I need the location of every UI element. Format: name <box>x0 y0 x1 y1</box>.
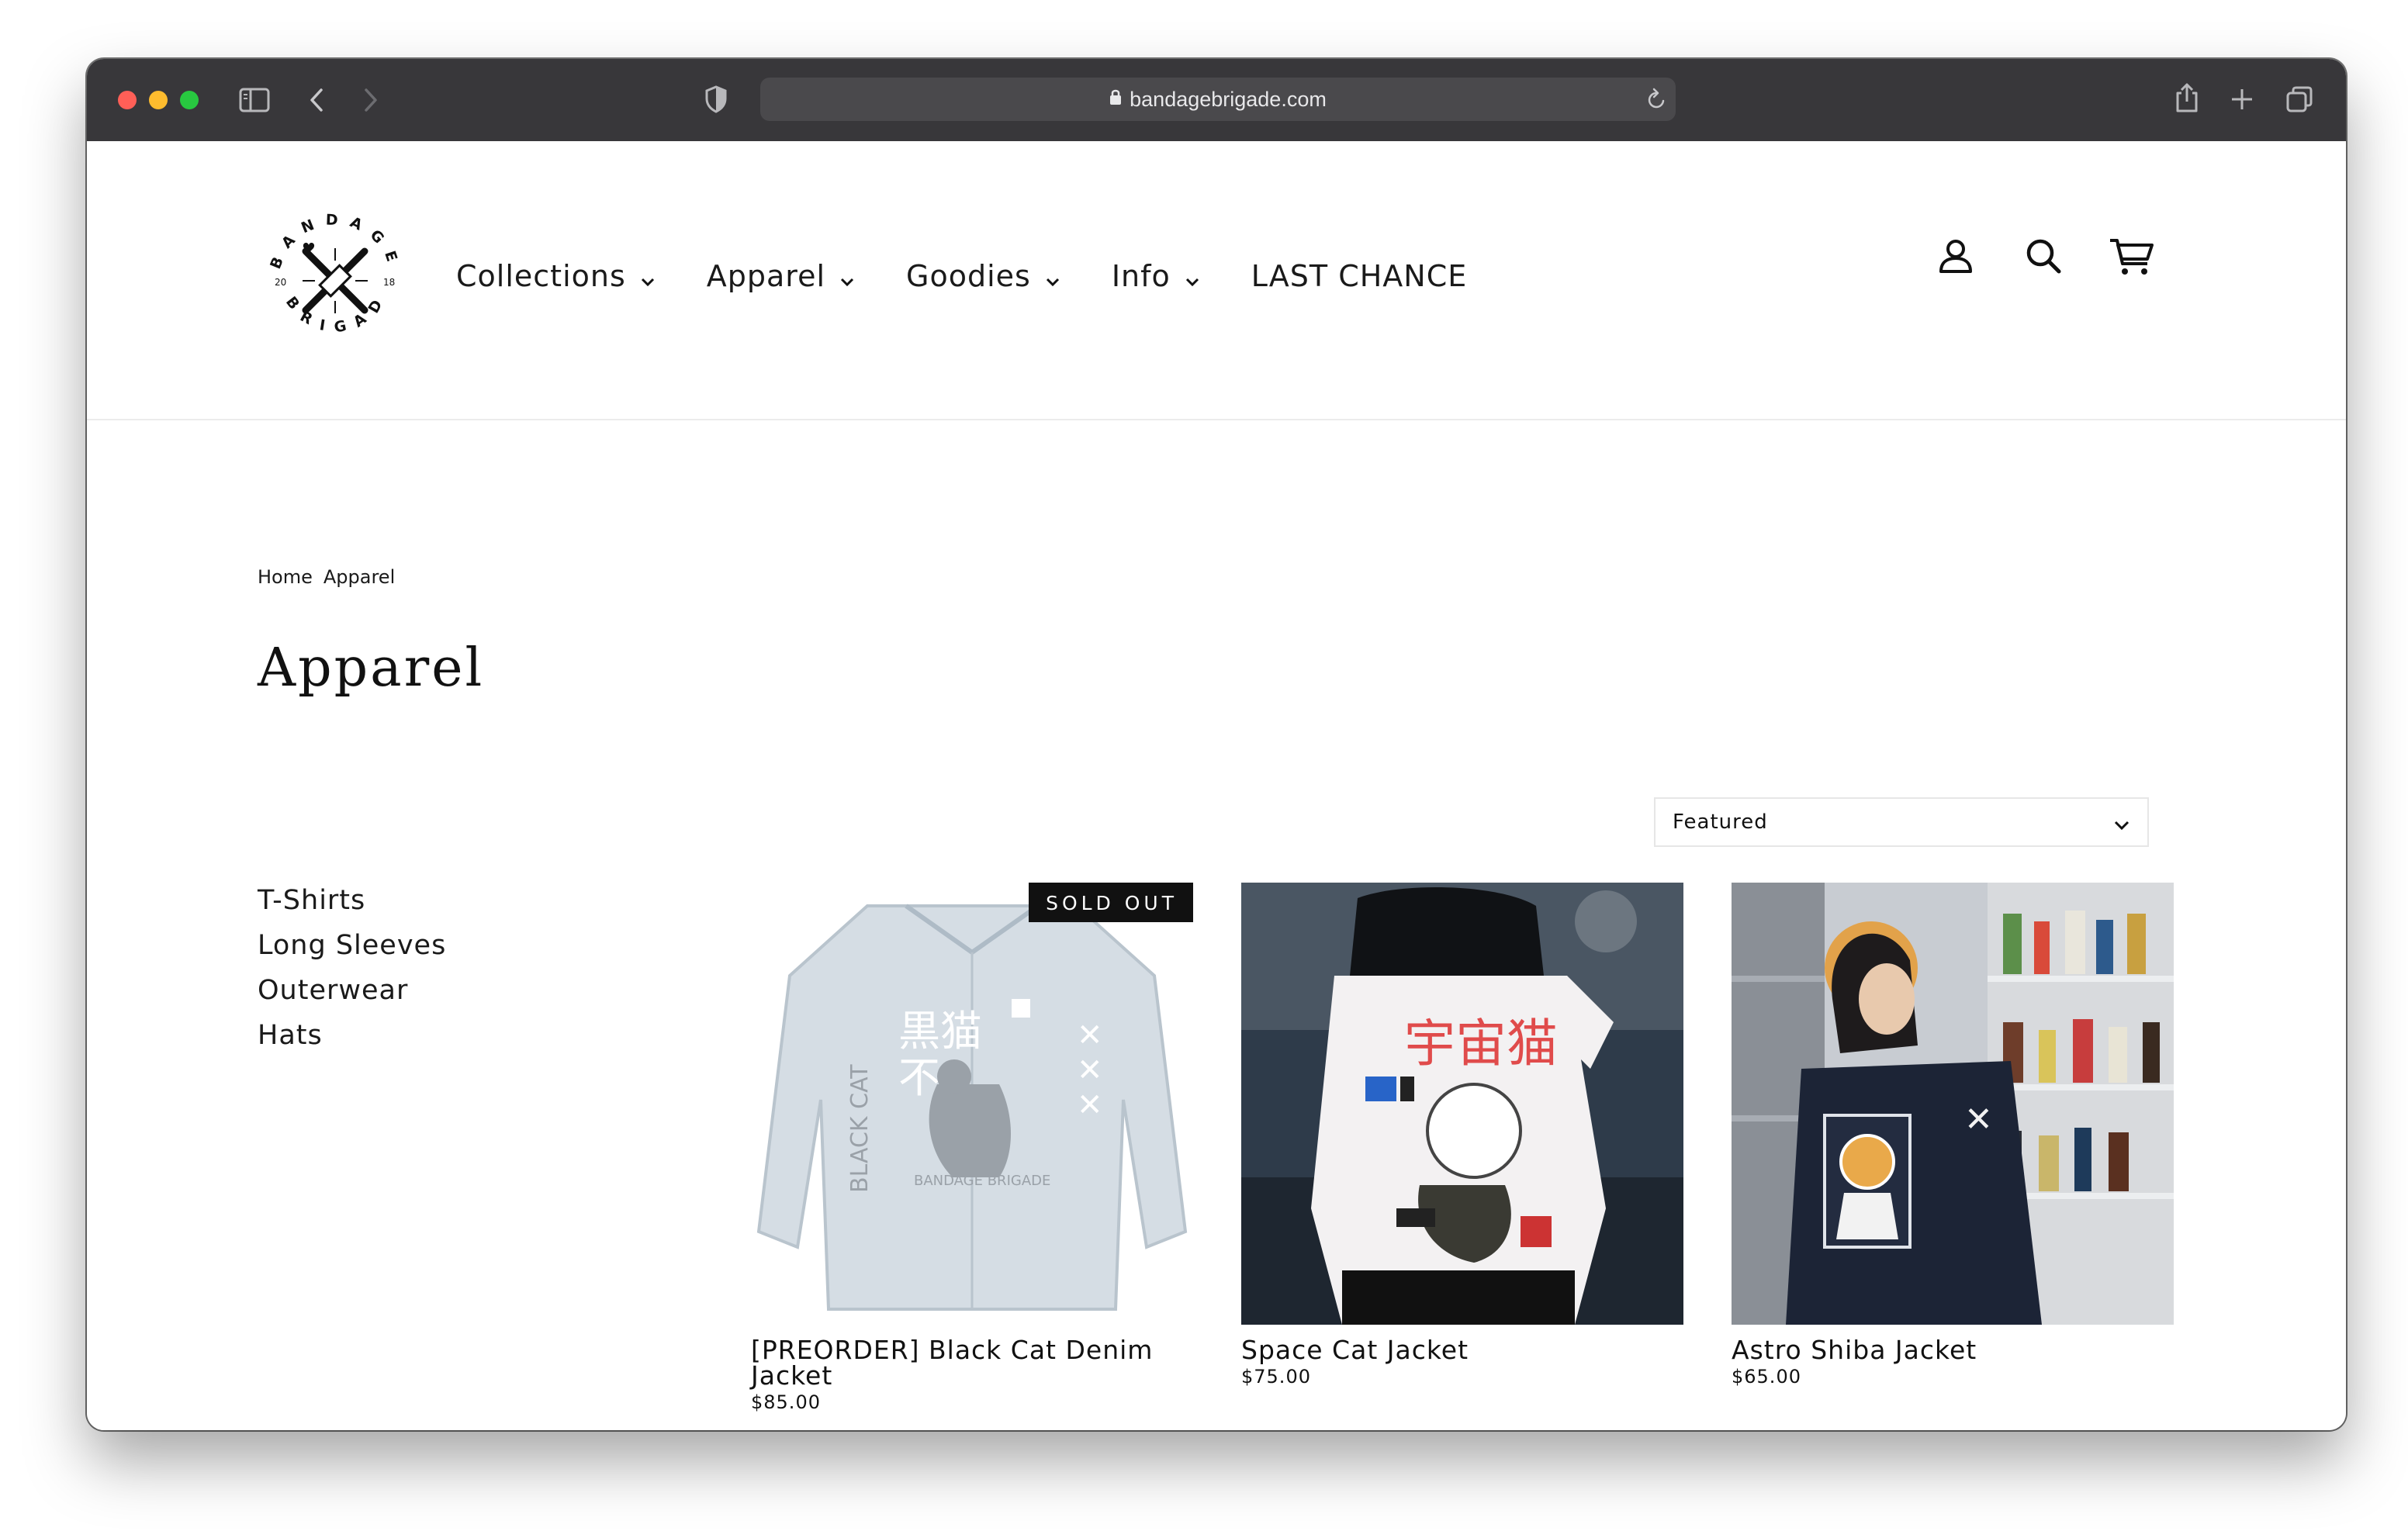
nav-info-label: Info <box>1111 259 1171 293</box>
svg-text:✕: ✕ <box>1077 1087 1103 1123</box>
back-icon[interactable] <box>307 87 326 113</box>
product-card[interactable]: ✕ Astro Shiba Jacket $65.00 <box>1732 883 2174 1388</box>
nav-info[interactable]: Info <box>1112 257 1200 295</box>
svg-text:✕: ✕ <box>1077 1018 1103 1053</box>
breadcrumb: Home Apparel <box>258 566 395 588</box>
svg-text:BLACK CAT: BLACK CAT <box>846 1064 874 1193</box>
share-icon[interactable] <box>2174 82 2200 113</box>
nav-apparel[interactable]: Apparel <box>707 257 855 295</box>
address-bar[interactable]: bandagebrigade.com <box>760 78 1676 121</box>
forward-icon[interactable] <box>362 87 380 113</box>
web-page: BANDAGE BRIGADE 20 18 Collections <box>87 141 2346 1430</box>
product-price: $85.00 <box>751 1391 821 1413</box>
product-price: $75.00 <box>1241 1366 1311 1388</box>
nav-last-chance[interactable]: LAST CHANCE <box>1251 259 1468 293</box>
product-card[interactable]: 宇宙猫 Space Cat Jacket $75.00 <box>1241 883 1683 1388</box>
chevron-down-icon <box>1045 261 1060 295</box>
product-title[interactable]: Astro Shiba Jacket <box>1732 1337 2174 1363</box>
nav-collections-label: Collections <box>456 259 626 293</box>
tab-overview-icon[interactable] <box>2285 85 2313 113</box>
collection-sidebar: T-Shirts Long Sleeves Outerwear Hats <box>258 878 446 1058</box>
search-icon[interactable] <box>2025 237 2062 278</box>
product-image[interactable]: ✕ <box>1732 883 2174 1325</box>
svg-text:宇宙猫: 宇宙猫 <box>1404 1014 1558 1073</box>
page-title: Apparel <box>258 638 485 699</box>
sidebar-item-long-sleeves[interactable]: Long Sleeves <box>258 923 446 968</box>
browser-window: bandagebrigade.com BANDAGE BRIGAD 20 18 … <box>87 59 2346 1430</box>
svg-text:BANDAGE BRIGADE: BANDAGE BRIGADE <box>914 1173 1050 1189</box>
svg-text:BANDAGE: BANDAGE <box>267 212 403 275</box>
reload-icon[interactable] <box>1645 87 1668 112</box>
nav-collections[interactable]: Collections <box>456 257 656 295</box>
sidebar-item-t-shirts[interactable]: T-Shirts <box>258 878 446 923</box>
chevron-down-icon <box>1185 261 1200 295</box>
sold-out-badge: SOLD OUT <box>1029 883 1193 922</box>
sidebar-toggle-icon[interactable] <box>239 87 270 113</box>
new-tab-icon[interactable] <box>2230 87 2254 112</box>
site-header: BANDAGE BRIGADE 20 18 Collections <box>87 141 2346 420</box>
url-text: bandagebrigade.com <box>1130 88 1327 111</box>
sort-selected-value: Featured <box>1673 810 1768 834</box>
breadcrumb-current: Apparel <box>323 566 396 588</box>
minimize-window-button[interactable] <box>149 91 168 109</box>
nav-goodies-label: Goodies <box>906 259 1031 293</box>
product-title[interactable]: Space Cat Jacket <box>1241 1337 1683 1363</box>
zoom-window-button[interactable] <box>180 91 199 109</box>
svg-text:18: 18 <box>383 277 395 288</box>
svg-text:✕: ✕ <box>1964 1100 1993 1139</box>
site-logo[interactable]: BANDAGE BRIGADE 20 18 <box>247 190 413 358</box>
chevron-down-icon <box>2113 814 2130 838</box>
product-image[interactable]: 宇宙猫 <box>1241 883 1683 1325</box>
product-title[interactable]: [PREORDER] Black Cat Denim Jacket <box>751 1337 1193 1388</box>
svg-text:20: 20 <box>275 277 286 288</box>
browser-toolbar: bandagebrigade.com <box>87 59 2346 143</box>
svg-text:黒猫: 黒猫 <box>898 1007 982 1056</box>
chevron-down-icon <box>640 261 656 295</box>
sidebar-item-outerwear[interactable]: Outerwear <box>258 968 446 1013</box>
sort-select[interactable]: Featured <box>1654 797 2149 847</box>
product-price: $65.00 <box>1732 1366 1801 1388</box>
chevron-down-icon <box>839 261 855 295</box>
nav-apparel-label: Apparel <box>706 259 826 293</box>
nav-goodies[interactable]: Goodies <box>906 257 1060 295</box>
privacy-shield-icon[interactable] <box>704 85 728 113</box>
svg-text:✕: ✕ <box>1077 1052 1103 1088</box>
close-window-button[interactable] <box>118 91 137 109</box>
main-nav: Collections Apparel Goodies Info LAST CH… <box>456 257 1518 295</box>
cart-icon[interactable] <box>2109 237 2155 279</box>
nav-last-chance-label: LAST CHANCE <box>1251 259 1468 293</box>
product-card[interactable]: 黒猫 不 ✕ ✕ ✕ BLACK CAT BANDAGE BRIGADE SOL… <box>751 883 1193 1413</box>
sidebar-item-hats[interactable]: Hats <box>258 1013 446 1058</box>
product-image[interactable]: 黒猫 不 ✕ ✕ ✕ BLACK CAT BANDAGE BRIGADE SOL… <box>751 883 1193 1325</box>
account-icon[interactable] <box>1938 237 1974 278</box>
lock-icon <box>1109 77 1122 120</box>
breadcrumb-home[interactable]: Home <box>258 566 313 588</box>
